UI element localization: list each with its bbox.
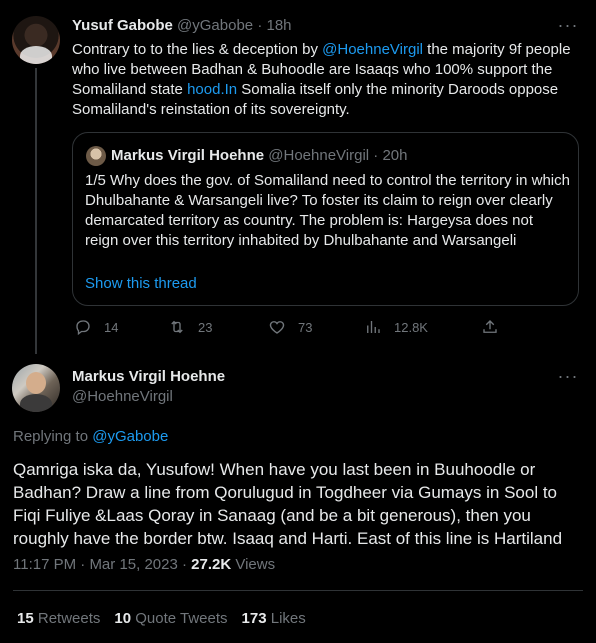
likes-count: 173 [241, 610, 267, 627]
quoted-time: 20h [382, 147, 408, 164]
more-options-icon[interactable]: ··· [556, 367, 580, 389]
tweet-date[interactable]: Mar 15, 2023 [89, 556, 177, 573]
reply-count: 14 [104, 319, 119, 335]
replying-to: Replying to @yGabobe [13, 428, 168, 445]
thread-connector-line [35, 68, 37, 354]
views-count: 12.8K [394, 319, 428, 335]
like-button[interactable]: 73 [268, 318, 312, 336]
quoted-avatar [86, 146, 106, 166]
mention-link[interactable]: @HoehneVirgil [322, 41, 423, 58]
focused-tweet: Markus Virgil Hoehne @HoehneVirgil ··· R… [0, 355, 596, 643]
author-name[interactable]: Markus Virgil Hoehne [72, 368, 225, 385]
tweet-metadata: 11:17 PM · Mar 15, 2023 · 27.2K Views [13, 556, 275, 573]
replying-to-label: Replying to [13, 428, 93, 445]
retweets-count: 15 [17, 610, 34, 627]
quoted-author-name: Markus Virgil Hoehne [111, 147, 265, 164]
tweet-time[interactable]: 18h [266, 17, 291, 34]
tweet-time[interactable]: 11:17 PM [13, 556, 76, 573]
tweet-header: Yusuf Gabobe @yGabobe · 18h [72, 17, 292, 34]
quote-tweets-label: Quote Tweets [131, 610, 228, 627]
author-name[interactable]: Yusuf Gabobe [72, 17, 173, 34]
separator-dot: · [257, 17, 263, 34]
author-handle[interactable]: @HoehneVirgil [72, 388, 173, 405]
like-count: 73 [298, 319, 313, 335]
retweets-stat[interactable]: 15 Retweets [17, 610, 100, 627]
likes-label: Likes [266, 610, 306, 627]
author-handle[interactable]: @yGabobe [177, 17, 253, 34]
tweet-text-part: Contrary to to the lies & deception by [72, 41, 323, 58]
share-icon [483, 320, 497, 333]
likes-stat[interactable]: 173 Likes [242, 610, 306, 627]
more-options-icon[interactable]: ··· [556, 16, 580, 38]
quote-tweets-count: 10 [114, 610, 132, 627]
reply-icon [76, 320, 90, 336]
views-count: 27.2K [191, 556, 232, 573]
engagement-stats: 15 Retweets 10 Quote Tweets 173 Likes [17, 610, 306, 627]
quoted-text: 1/5 Why does the gov. of Somaliland need… [85, 172, 570, 249]
quoted-author-handle: @HoehneVirgil [268, 147, 370, 164]
heart-icon [269, 321, 285, 334]
analytics-icon [367, 321, 380, 333]
divider [13, 590, 583, 591]
quote-tweets-stat[interactable]: 10 Quote Tweets [114, 610, 227, 627]
retweets-label: Retweets [33, 610, 101, 627]
parent-tweet[interactable]: Yusuf Gabobe @yGabobe · 18h ··· Contrary… [0, 0, 596, 354]
avatar-yusuf-gabobe[interactable] [12, 16, 60, 64]
share-button[interactable] [481, 318, 511, 336]
reply-button[interactable]: 14 [74, 318, 118, 336]
avatar-markus-virgil-hoehne[interactable] [12, 364, 60, 412]
tweet-text: Contrary to to the lies & deception by @… [72, 40, 577, 120]
quoted-tweet[interactable]: Markus Virgil Hoehne @HoehneVirgil · 20h… [72, 132, 579, 306]
tweet-text: Qamriga iska da, Yusufow! When have you … [13, 460, 563, 548]
separator-dot: · [76, 556, 90, 573]
separator-dot: · [373, 147, 379, 164]
views-button[interactable]: 12.8K [364, 318, 428, 336]
replying-to-handle[interactable]: @yGabobe [92, 428, 168, 445]
quoted-header: Markus Virgil Hoehne @HoehneVirgil · 20h [111, 147, 408, 164]
separator-dot: · [177, 556, 192, 573]
url-link[interactable]: hood.In [187, 81, 237, 98]
retweet-count: 23 [198, 319, 213, 335]
show-thread-link[interactable]: Show this thread [85, 275, 197, 292]
retweet-button[interactable]: 23 [168, 318, 212, 336]
tweet-actions: 14 23 73 12.8K [72, 318, 512, 340]
retweet-icon [171, 320, 183, 334]
views-label: Views [231, 556, 276, 573]
